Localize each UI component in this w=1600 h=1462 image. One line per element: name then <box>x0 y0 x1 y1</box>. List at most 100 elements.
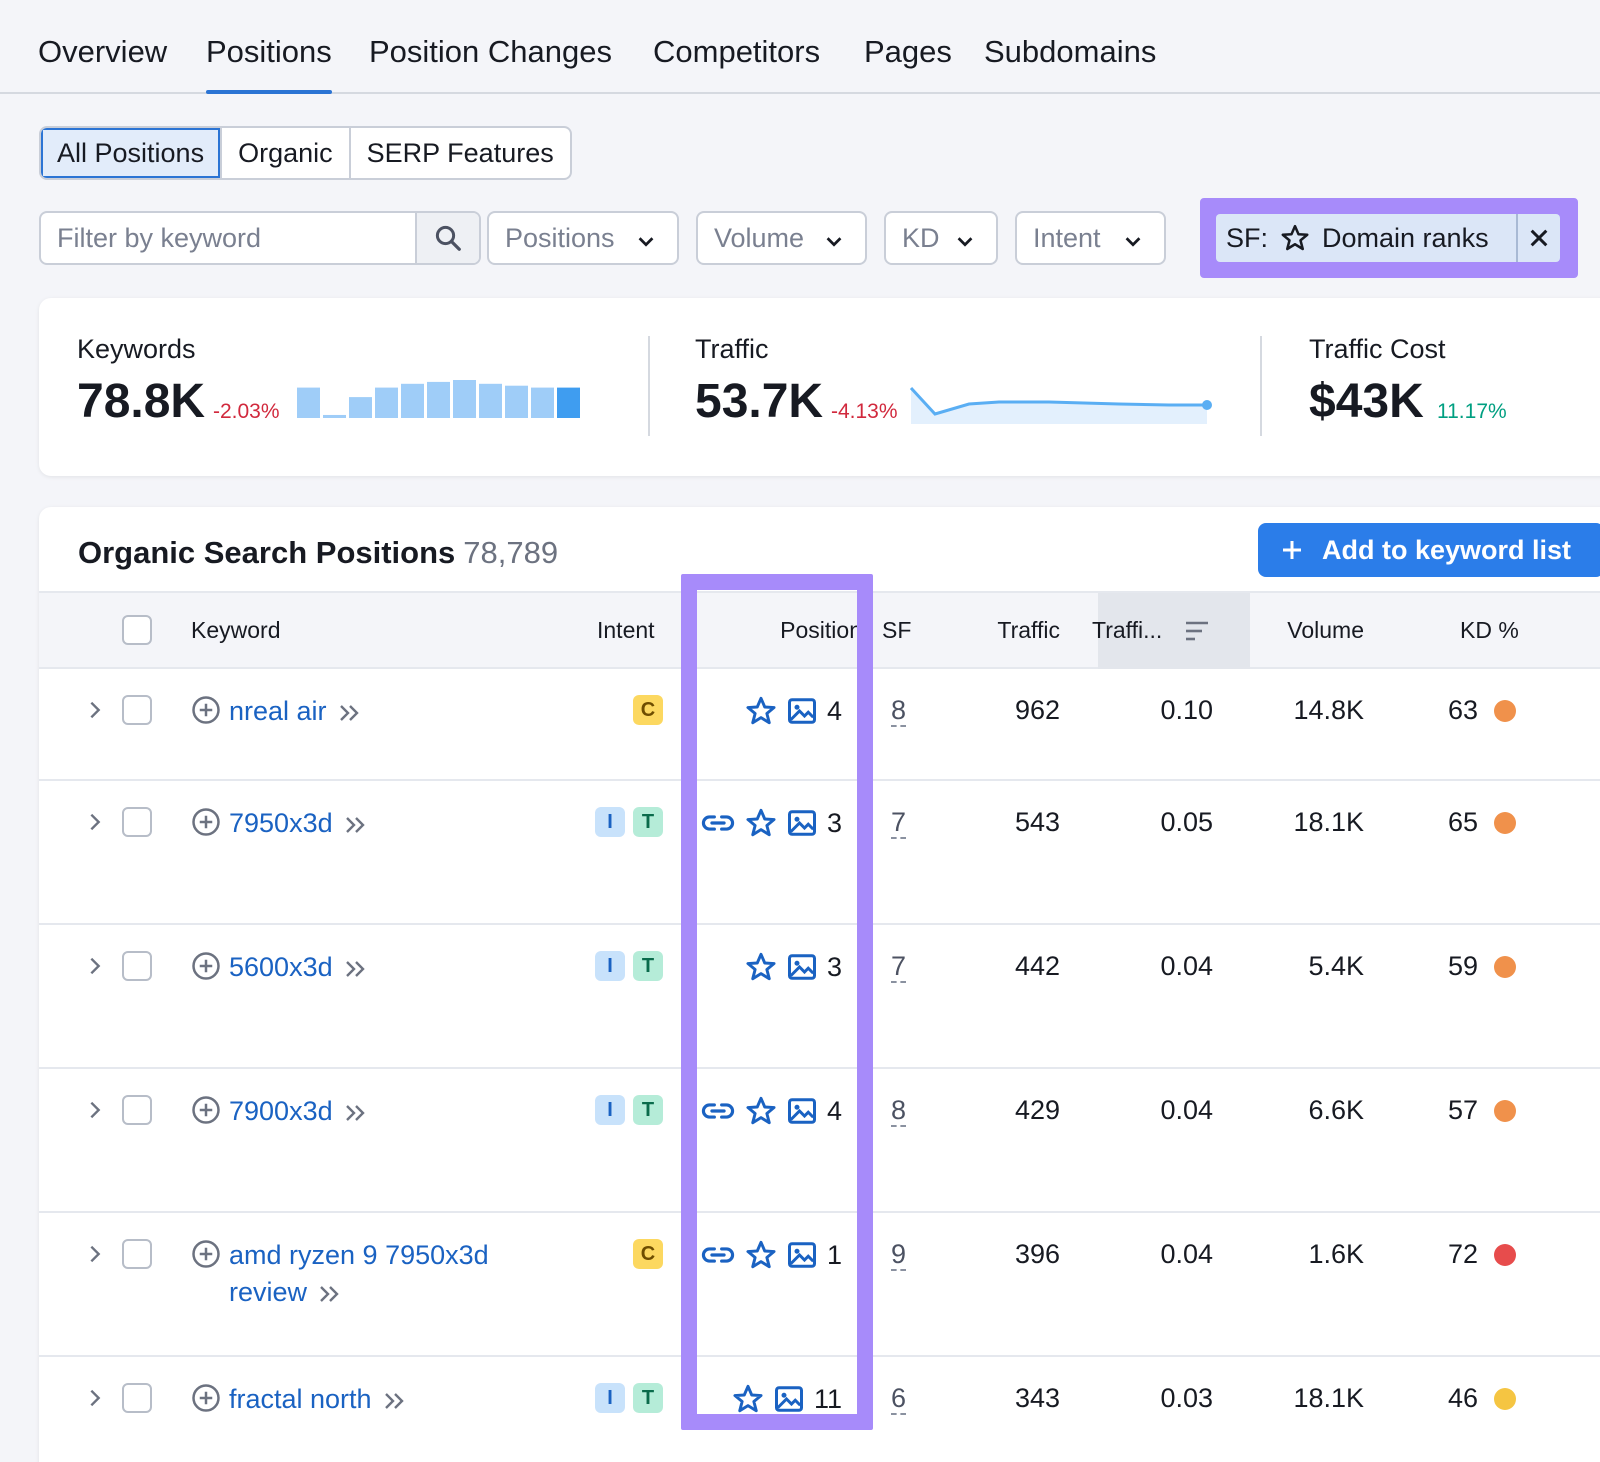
keyword-link[interactable]: 7900x3d <box>229 1093 369 1130</box>
double-chevron-right-icon[interactable] <box>337 702 363 724</box>
serp-feature-image[interactable] <box>787 953 817 981</box>
sf-count[interactable]: 8 <box>891 695 907 727</box>
tab-positions[interactable]: Positions <box>206 34 332 94</box>
keyword-link[interactable]: 5600x3d <box>229 949 369 986</box>
keyword-text[interactable]: 7900x3d <box>229 1096 333 1126</box>
header-traffic[interactable]: Traffic <box>997 617 1060 644</box>
chevron-right-icon[interactable] <box>84 809 106 835</box>
keyword-text[interactable]: amd ryzen 9 7950x3d review <box>229 1240 489 1307</box>
row-checkbox[interactable] <box>122 1383 152 1413</box>
volume-value: 6.6K <box>1308 1095 1364 1125</box>
search-button[interactable] <box>415 213 479 263</box>
chevron-right-icon[interactable] <box>84 953 106 979</box>
intent-badge[interactable]: T <box>633 1095 663 1125</box>
header-volume[interactable]: Volume <box>1287 617 1364 644</box>
serp-feature-image[interactable] <box>774 1385 804 1413</box>
tab-pages[interactable]: Pages <box>864 34 952 70</box>
tab-position-changes[interactable]: Position Changes <box>369 34 612 70</box>
segment-serp-features[interactable]: SERP Features <box>351 128 570 178</box>
intent-badge[interactable]: T <box>633 951 663 981</box>
double-chevron-right-icon[interactable] <box>382 1390 408 1412</box>
add-keyword-icon[interactable] <box>191 1383 221 1413</box>
row-checkbox[interactable] <box>122 1239 152 1269</box>
keyword-text[interactable]: nreal air <box>229 696 327 726</box>
serp-feature-star[interactable] <box>745 807 777 839</box>
header-traffic-pct[interactable]: Traffi... <box>1092 617 1162 644</box>
traffic-trend-line <box>909 386 1212 424</box>
header-position[interactable]: Position <box>780 617 862 644</box>
serp-feature-star[interactable] <box>745 1239 777 1271</box>
row-checkbox[interactable] <box>122 1095 152 1125</box>
keyword-link[interactable]: amd ryzen 9 7950x3d review <box>229 1237 531 1311</box>
segment-organic[interactable]: Organic <box>222 128 351 178</box>
row-checkbox[interactable] <box>122 695 152 725</box>
intent-badge[interactable]: I <box>595 807 625 837</box>
sf-filter-chip[interactable]: SF: Domain ranks <box>1216 214 1560 262</box>
double-chevron-right-icon[interactable] <box>343 814 369 836</box>
intent-badge[interactable]: T <box>633 1383 663 1413</box>
kd-dropdown[interactable]: KD <box>884 211 998 265</box>
tab-overview[interactable]: Overview <box>38 34 167 70</box>
segment-all-positions[interactable]: All Positions <box>41 128 223 178</box>
serp-feature-image[interactable] <box>787 1241 817 1269</box>
serp-feature-star[interactable] <box>745 1095 777 1127</box>
tab-subdomains[interactable]: Subdomains <box>984 34 1156 70</box>
keyword-link[interactable]: 7950x3d <box>229 805 369 842</box>
serp-feature-image[interactable] <box>787 697 817 725</box>
header-sf[interactable]: SF <box>882 617 911 644</box>
intent-badge[interactable]: T <box>633 807 663 837</box>
intent-badge[interactable]: C <box>633 695 663 725</box>
add-keyword-icon[interactable] <box>191 951 221 981</box>
serp-feature-image[interactable] <box>787 809 817 837</box>
keyword-text[interactable]: 5600x3d <box>229 952 333 982</box>
serp-feature-star[interactable] <box>745 695 777 727</box>
double-chevron-right-icon[interactable] <box>343 958 369 980</box>
intent-badge[interactable]: I <box>595 951 625 981</box>
add-keyword-icon[interactable] <box>191 1239 221 1269</box>
row-checkbox[interactable] <box>122 951 152 981</box>
header-kd[interactable]: KD % <box>1460 617 1519 644</box>
double-chevron-right-icon[interactable] <box>343 1102 369 1124</box>
serp-feature-star[interactable] <box>745 951 777 983</box>
add-keyword-icon[interactable] <box>191 695 221 725</box>
keywords-bar <box>349 397 372 418</box>
chevron-right-icon[interactable] <box>84 1385 106 1411</box>
chevron-right-icon[interactable] <box>84 697 106 723</box>
intent-dropdown[interactable]: Intent <box>1015 211 1166 265</box>
sf-count[interactable]: 6 <box>891 1383 907 1415</box>
keyword-filter-input[interactable] <box>41 213 415 263</box>
keyword-text[interactable]: 7950x3d <box>229 808 333 838</box>
row-checkbox[interactable] <box>122 807 152 837</box>
intent-badge[interactable]: I <box>595 1383 625 1413</box>
keyword-link[interactable]: nreal air <box>229 693 363 730</box>
double-chevron-right-icon[interactable] <box>317 1283 343 1305</box>
select-all-checkbox[interactable] <box>122 615 152 645</box>
add-keyword-icon[interactable] <box>191 1095 221 1125</box>
intent-badge[interactable]: I <box>595 1095 625 1125</box>
keyword-link[interactable]: fractal north <box>229 1381 408 1418</box>
sf-count[interactable]: 9 <box>891 1239 907 1271</box>
serp-feature-link[interactable] <box>701 1097 735 1125</box>
add-keyword-icon[interactable] <box>191 807 221 837</box>
volume-dropdown[interactable]: Volume <box>696 211 867 265</box>
chevron-right-icon[interactable] <box>84 1097 106 1123</box>
serp-feature-link[interactable] <box>701 809 735 837</box>
header-keyword[interactable]: Keyword <box>191 617 280 644</box>
serp-feature-star[interactable] <box>732 1383 764 1415</box>
sf-count[interactable]: 7 <box>891 951 907 983</box>
chevron-right-icon[interactable] <box>84 1241 106 1267</box>
header-intent[interactable]: Intent <box>597 617 655 644</box>
serp-feature-link[interactable] <box>701 1241 735 1269</box>
intent-badge[interactable]: C <box>633 1239 663 1269</box>
positions-dropdown[interactable]: Positions <box>487 211 679 265</box>
table-row: 7950x3d IT 3 7 543 0.05 18.1K 65 <box>39 781 1600 925</box>
sort-icon[interactable] <box>1184 619 1210 643</box>
add-to-keyword-list-button[interactable]: Add to keyword list <box>1258 523 1600 577</box>
tab-competitors[interactable]: Competitors <box>653 34 820 70</box>
serp-feature-image[interactable] <box>787 1097 817 1125</box>
remove-filter-button[interactable] <box>1516 214 1560 262</box>
keyword-text[interactable]: fractal north <box>229 1384 372 1414</box>
link-icon <box>701 1247 735 1263</box>
sf-count[interactable]: 7 <box>891 807 907 839</box>
sf-count[interactable]: 8 <box>891 1095 907 1127</box>
